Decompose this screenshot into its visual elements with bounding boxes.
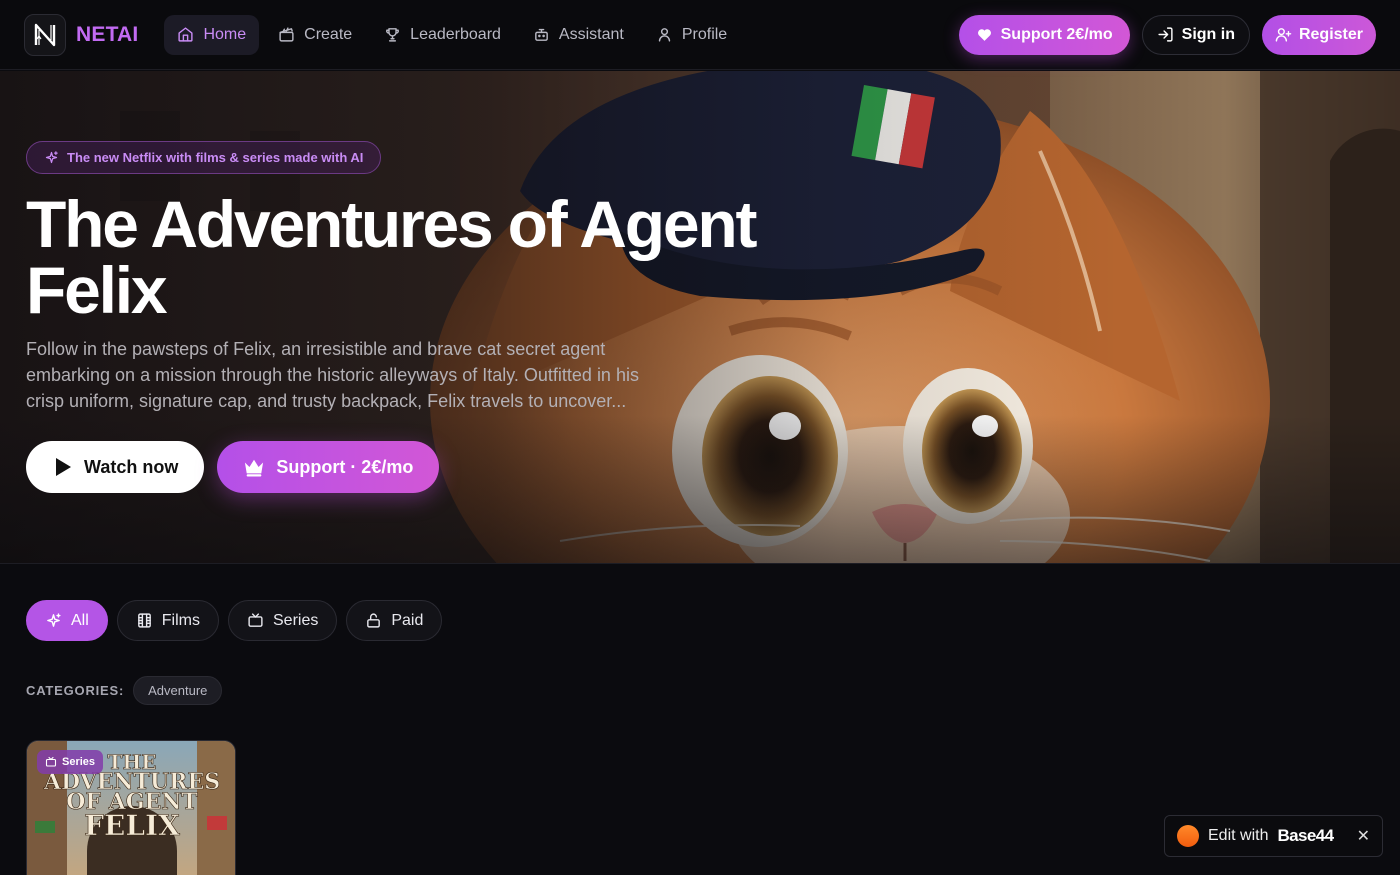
login-icon <box>1158 27 1173 42</box>
user-icon <box>658 28 671 42</box>
nav-home-label: Home <box>203 25 247 43</box>
nav-leaderboard-label: Leaderboard <box>410 25 501 43</box>
tagline-text: The new Netflix with films & series made… <box>67 150 364 165</box>
sparkles-icon <box>47 613 61 627</box>
nav-create-label: Create <box>304 25 353 43</box>
support-button-hero[interactable]: Support · 2€/mo <box>217 441 440 493</box>
hero-description: Follow in the pawsteps of Felix, an irre… <box>26 339 639 411</box>
categories-row: CATEGORIES: Adventure <box>26 676 223 705</box>
poster-title-line-4: FELIX <box>84 809 180 842</box>
nav-leaderboard[interactable]: Leaderboard <box>371 15 514 55</box>
logo-icon[interactable] <box>24 13 66 56</box>
base44-logo-icon <box>1177 825 1199 847</box>
filter-paid[interactable]: Paid <box>346 600 443 641</box>
filter-films[interactable]: Films <box>116 600 219 641</box>
base44-brand: Base44 <box>1277 826 1334 845</box>
close-icon[interactable]: ✕ <box>1357 826 1370 846</box>
sparkles-icon <box>45 151 58 164</box>
nav-profile[interactable]: Profile <box>643 15 740 55</box>
nav-links: Home Create Leaderboard Assistant Profil… <box>164 14 740 55</box>
content-card[interactable]: THE ADVENTURES OF AGENT FELIX Series <box>26 740 236 875</box>
edit-with-base44-badge[interactable]: Edit with Base44 ✕ <box>1164 815 1383 857</box>
nav-actions: Support 2€/mo Sign in Register <box>958 14 1376 55</box>
film-icon <box>137 613 151 628</box>
user-plus-icon <box>1275 28 1292 42</box>
card-type-badge: Series <box>37 750 104 774</box>
register-button[interactable]: Register <box>1261 14 1376 55</box>
support-button-nav-label: Support 2€/mo <box>1000 25 1113 43</box>
tagline-badge: The new Netflix with films & series made… <box>26 141 382 174</box>
hero-actions: Watch now Support · 2€/mo <box>26 441 440 493</box>
support-button-nav[interactable]: Support 2€/mo <box>958 14 1130 55</box>
home-icon <box>178 27 194 42</box>
nav-create[interactable]: Create <box>265 15 365 55</box>
filter-all-label: All <box>71 611 89 629</box>
top-navbar: NETAI Home Create Leaderboard Assistant … <box>0 0 1400 70</box>
tv-icon <box>45 756 57 767</box>
watch-now-button[interactable]: Watch now <box>26 441 205 493</box>
tv-icon <box>248 613 263 627</box>
filter-all[interactable]: All <box>26 600 108 641</box>
play-icon <box>56 458 71 476</box>
heart-icon <box>977 29 991 41</box>
hero-title: The Adventures of Agent Felix <box>26 187 757 327</box>
signin-button-label: Sign in <box>1181 25 1235 43</box>
filter-films-label: Films <box>161 611 200 629</box>
nav-assistant[interactable]: Assistant <box>520 15 637 55</box>
base44-prefix: Edit with <box>1208 827 1269 844</box>
brand-name[interactable]: NETAI <box>76 23 138 47</box>
support-button-hero-label: Support · 2€/mo <box>276 456 414 477</box>
nav-home[interactable]: Home <box>164 14 260 55</box>
trophy-icon <box>386 28 400 42</box>
watch-now-label: Watch now <box>84 456 179 477</box>
filter-series[interactable]: Series <box>228 600 338 641</box>
content-filter-bar: All Films Series Paid <box>26 600 443 641</box>
filter-series-label: Series <box>273 611 319 629</box>
categories-label: CATEGORIES: <box>26 683 125 698</box>
lock-icon <box>367 613 381 628</box>
category-adventure[interactable]: Adventure <box>133 676 223 705</box>
clapperboard-icon <box>279 27 294 42</box>
crown-icon <box>245 459 264 477</box>
hero-banner: The new Netflix with films & series made… <box>0 71 1400 564</box>
filter-paid-label: Paid <box>391 611 424 629</box>
bot-icon <box>535 28 548 41</box>
card-type-label: Series <box>62 756 96 768</box>
register-button-label: Register <box>1298 25 1363 43</box>
signin-button[interactable]: Sign in <box>1141 14 1250 55</box>
nav-profile-label: Profile <box>681 25 728 43</box>
nav-assistant-label: Assistant <box>558 25 624 43</box>
